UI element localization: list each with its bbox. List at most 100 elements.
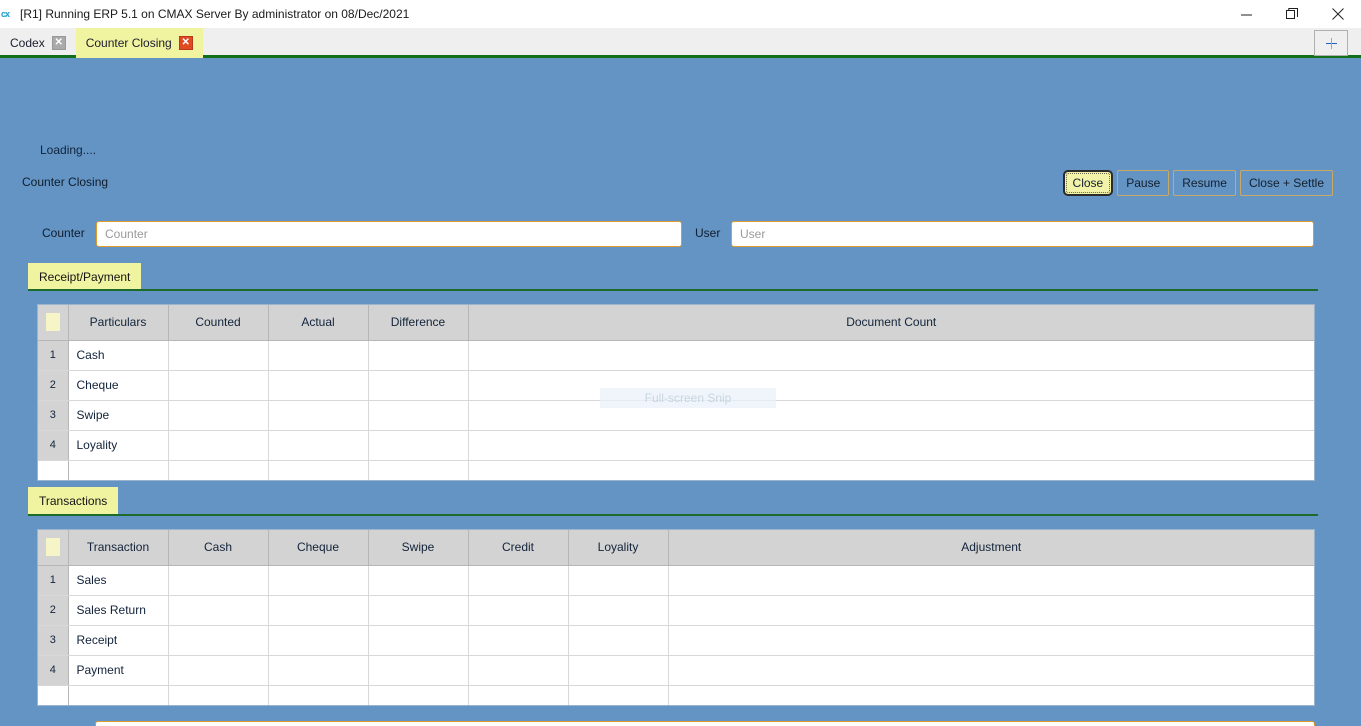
cell-counted[interactable] (168, 340, 269, 371)
column-header-document-count[interactable]: Document Count (468, 305, 1314, 341)
add-tab-button[interactable] (1314, 30, 1348, 56)
cell-transaction[interactable]: Payment (68, 655, 169, 686)
minimize-icon[interactable] (1223, 0, 1269, 28)
cell-cheque[interactable] (268, 565, 369, 596)
cell-particulars[interactable]: Loyality (68, 430, 169, 461)
table-row[interactable]: 3 Receipt (38, 625, 1314, 656)
pause-button[interactable]: Pause (1117, 170, 1170, 196)
cell-cash[interactable] (168, 625, 269, 656)
section-tab-receipt-payment[interactable]: Receipt/Payment (28, 263, 142, 290)
section-tab-transactions[interactable]: Transactions (28, 487, 119, 514)
table-row[interactable]: 2 Sales Return (38, 595, 1314, 626)
cell-cheque[interactable] (268, 655, 369, 686)
cell-particulars[interactable]: Cash (68, 340, 169, 371)
cell-particulars[interactable]: Cheque (68, 370, 169, 401)
maximize-icon[interactable] (1269, 0, 1315, 28)
cell-difference[interactable] (368, 340, 469, 371)
table-row[interactable]: 4 Payment (38, 655, 1314, 686)
cell-empty[interactable] (368, 685, 469, 705)
cell-swipe[interactable] (368, 655, 469, 686)
tab-close-icon[interactable]: ✕ (178, 36, 193, 50)
remark-input[interactable] (95, 721, 1315, 726)
cell-swipe[interactable] (368, 625, 469, 656)
cell-particulars[interactable]: Swipe (68, 400, 169, 431)
cell-cash[interactable] (168, 595, 269, 626)
cell-empty[interactable] (368, 460, 469, 480)
column-header-difference[interactable]: Difference (368, 305, 469, 341)
cell-actual[interactable] (268, 430, 369, 461)
cell-adjustment[interactable] (668, 595, 1314, 626)
cell-adjustment[interactable] (668, 655, 1314, 686)
cell-document-count[interactable] (468, 370, 1314, 401)
cell-empty[interactable] (168, 685, 269, 705)
select-all-corner[interactable] (38, 305, 69, 341)
cell-credit[interactable] (468, 625, 569, 656)
cell-swipe[interactable] (368, 565, 469, 596)
column-header-cheque[interactable]: Cheque (268, 530, 369, 566)
cell-difference[interactable] (368, 400, 469, 431)
cell-loyality[interactable] (568, 625, 669, 656)
column-header-transaction[interactable]: Transaction (68, 530, 169, 566)
receipt-payment-grid[interactable]: Particulars Counted Actual Difference Do… (37, 304, 1315, 481)
cell-empty[interactable] (468, 685, 569, 705)
resume-button[interactable]: Resume (1173, 170, 1236, 196)
column-header-counted[interactable]: Counted (168, 305, 269, 341)
table-new-row-placeholder[interactable] (38, 460, 1314, 480)
tab-codex[interactable]: Codex ✕ (0, 28, 76, 58)
cell-document-count[interactable] (468, 400, 1314, 431)
table-row[interactable]: 3 Swipe (38, 400, 1314, 431)
cell-empty[interactable] (468, 460, 1314, 480)
cell-document-count[interactable] (468, 430, 1314, 461)
close-settle-button[interactable]: Close + Settle (1239, 170, 1333, 196)
close-icon[interactable] (1315, 0, 1361, 28)
tab-close-icon[interactable]: ✕ (51, 36, 66, 50)
table-row[interactable]: 1 Sales (38, 565, 1314, 596)
column-header-actual[interactable]: Actual (268, 305, 369, 341)
cell-cash[interactable] (168, 655, 269, 686)
cell-credit[interactable] (468, 655, 569, 686)
table-row[interactable]: 4 Loyality (38, 430, 1314, 461)
cell-actual[interactable] (268, 400, 369, 431)
cell-empty[interactable] (68, 685, 169, 705)
cell-difference[interactable] (368, 430, 469, 461)
table-new-row-placeholder[interactable] (38, 685, 1314, 705)
counter-input[interactable] (96, 221, 682, 247)
cell-loyality[interactable] (568, 655, 669, 686)
cell-actual[interactable] (268, 370, 369, 401)
cell-empty[interactable] (68, 460, 169, 480)
cell-adjustment[interactable] (668, 625, 1314, 656)
column-header-particulars[interactable]: Particulars (68, 305, 169, 341)
column-header-adjustment[interactable]: Adjustment (668, 530, 1314, 566)
column-header-loyality[interactable]: Loyality (568, 530, 669, 566)
cell-loyality[interactable] (568, 565, 669, 596)
cell-empty[interactable] (268, 460, 369, 480)
cell-counted[interactable] (168, 370, 269, 401)
cell-actual[interactable] (268, 340, 369, 371)
transactions-grid[interactable]: Transaction Cash Cheque Swipe Credit Loy… (37, 529, 1315, 706)
column-header-credit[interactable]: Credit (468, 530, 569, 566)
cell-credit[interactable] (468, 595, 569, 626)
cell-credit[interactable] (468, 565, 569, 596)
cell-empty[interactable] (568, 685, 669, 705)
tab-counter-closing[interactable]: Counter Closing ✕ (75, 28, 203, 58)
user-input[interactable] (731, 221, 1314, 247)
cell-difference[interactable] (368, 370, 469, 401)
cell-document-count[interactable] (468, 340, 1314, 371)
cell-empty[interactable] (668, 685, 1314, 705)
table-row[interactable]: 1 Cash (38, 340, 1314, 371)
column-header-swipe[interactable]: Swipe (368, 530, 469, 566)
cell-cash[interactable] (168, 565, 269, 596)
cell-swipe[interactable] (368, 595, 469, 626)
cell-adjustment[interactable] (668, 565, 1314, 596)
cell-counted[interactable] (168, 430, 269, 461)
close-button[interactable]: Close (1062, 170, 1114, 196)
table-row[interactable]: 2 Cheque (38, 370, 1314, 401)
cell-cheque[interactable] (268, 625, 369, 656)
cell-transaction[interactable]: Receipt (68, 625, 169, 656)
cell-empty[interactable] (168, 460, 269, 480)
select-all-corner[interactable] (38, 530, 69, 566)
column-header-cash[interactable]: Cash (168, 530, 269, 566)
cell-transaction[interactable]: Sales (68, 565, 169, 596)
cell-transaction[interactable]: Sales Return (68, 595, 169, 626)
cell-empty[interactable] (268, 685, 369, 705)
